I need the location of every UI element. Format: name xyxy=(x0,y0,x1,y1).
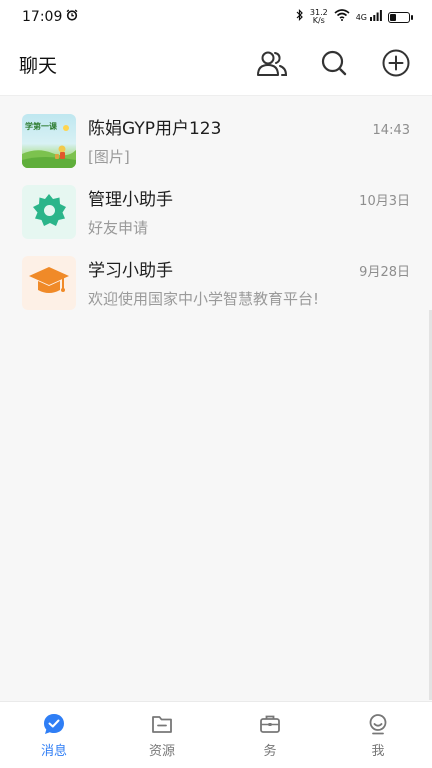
alarm-icon xyxy=(66,9,78,25)
nav-label: 我 xyxy=(371,744,385,759)
header-actions xyxy=(254,47,414,83)
nav-label: 务 xyxy=(263,744,277,759)
wifi-icon xyxy=(334,9,350,25)
chat-time: 10月3日 xyxy=(359,194,410,209)
contacts-icon xyxy=(256,49,288,81)
chat-item[interactable]: 学第一课 陈娟GYP用户123 14:43 [图片] xyxy=(0,105,432,176)
chat-body: 管理小助手 10月3日 好友申请 xyxy=(88,185,410,238)
add-button[interactable] xyxy=(378,47,414,83)
nav-label: 消息 xyxy=(40,744,67,759)
status-left: 17:09 xyxy=(22,9,78,25)
page-title: 聊天 xyxy=(19,55,58,77)
network-speed-unit: K/s xyxy=(312,16,325,25)
status-right: 31.2 K/s 4G xyxy=(296,9,413,25)
chat-preview: 欢迎使用国家中小学智慧教育平台! xyxy=(88,290,320,308)
chat-item[interactable]: 管理小助手 10月3日 好友申请 xyxy=(0,176,432,247)
nav-label: 资源 xyxy=(148,744,175,759)
add-icon xyxy=(381,48,411,82)
message-icon xyxy=(41,711,67,737)
chat-row: 学习小助手 9月28日 xyxy=(88,256,410,281)
chat-name: 陈娟GYP用户123 xyxy=(88,119,222,139)
thumbnail-caption: 学第一课 xyxy=(25,121,57,131)
search-icon xyxy=(320,49,348,81)
status-time: 17:09 xyxy=(22,9,63,25)
battery-icon xyxy=(388,11,413,23)
profile-icon xyxy=(365,711,391,737)
chat-time: 9月28日 xyxy=(359,265,410,280)
signal-icon xyxy=(370,9,382,25)
bluetooth-icon xyxy=(296,9,304,25)
chat-row: 管理小助手 10月3日 xyxy=(88,185,410,210)
avatar-thumbnail: 学第一课 xyxy=(22,113,76,168)
chat-preview: 好友申请 xyxy=(88,219,149,237)
network-speed: 31.2 K/s xyxy=(310,9,328,25)
nav-item-profile[interactable]: 我 xyxy=(324,702,432,768)
chat-list: 学第一课 陈娟GYP用户123 14:43 [图片] 管理小助手 10月3日 好… xyxy=(0,105,432,318)
nav-item-resources[interactable]: 资源 xyxy=(108,702,216,768)
chat-body: 学习小助手 9月28日 欢迎使用国家中小学智慧教育平台! xyxy=(88,256,410,309)
briefcase-icon xyxy=(257,711,283,737)
status-bar: 17:09 31.2 K/s 4G xyxy=(0,0,432,34)
gear-icon xyxy=(30,191,68,233)
graduation-cap-icon xyxy=(27,263,71,303)
chat-name: 管理小助手 xyxy=(88,190,173,210)
chat-preview: [图片] xyxy=(88,148,130,166)
chat-item[interactable]: 学习小助手 9月28日 欢迎使用国家中小学智慧教育平台! xyxy=(0,247,432,318)
chat-body: 陈娟GYP用户123 14:43 [图片] xyxy=(88,114,410,167)
contacts-button[interactable] xyxy=(254,47,290,83)
avatar-cap xyxy=(22,255,76,310)
nav-item-tasks[interactable]: 务 xyxy=(216,702,324,768)
battery-level xyxy=(390,13,396,21)
chat-time: 14:43 xyxy=(372,123,410,138)
chat-row: 陈娟GYP用户123 14:43 xyxy=(88,114,410,139)
avatar-gear xyxy=(22,184,76,239)
signal-type: 4G xyxy=(355,12,367,22)
bottom-nav: 消息 资源 务 我 xyxy=(0,701,432,768)
chat-name: 学习小助手 xyxy=(88,261,173,281)
app-header: 聊天 xyxy=(0,34,432,96)
nav-item-messages[interactable]: 消息 xyxy=(0,702,108,768)
folder-icon xyxy=(149,711,175,737)
search-button[interactable] xyxy=(316,47,352,83)
